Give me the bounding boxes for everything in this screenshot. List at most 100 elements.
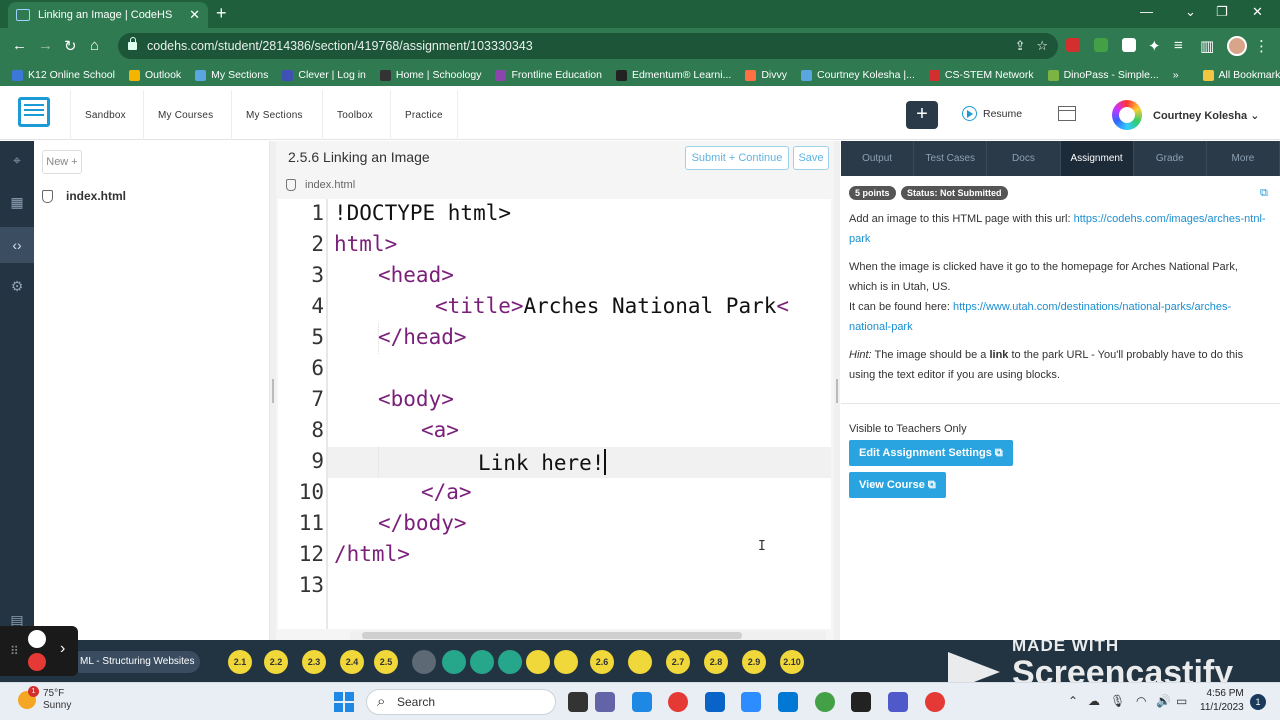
bookmark-item[interactable]: Clever | Log in [282,69,366,81]
tab-test-cases[interactable]: Test Cases [914,141,988,176]
resume-button[interactable]: Resume [962,106,1022,121]
file-item[interactable]: index.html [42,189,126,203]
tab-more[interactable]: More [1207,141,1280,176]
chrome-icon[interactable] [668,692,688,712]
close-tab-icon[interactable]: ✕ [189,7,200,23]
drag-handle-icon[interactable]: ⠿ [10,644,19,658]
lesson-item-dot[interactable]: 2.5 [374,650,398,674]
view-course-button[interactable]: View Course ⧉ [849,472,946,498]
nav-practice[interactable]: Practice [390,90,458,140]
menu-dots-icon[interactable]: ⋮ [1254,37,1269,55]
stop-recording-button[interactable] [28,653,46,671]
profile-avatar[interactable] [1227,36,1247,56]
sidepanel-icon[interactable]: ▥ [1200,37,1214,55]
lesson-item-dot[interactable] [470,650,494,674]
chevron-up-icon[interactable]: ⌃ [1068,694,1078,708]
nav-sandbox[interactable]: Sandbox [70,90,140,140]
wifi-icon[interactable]: ◠ [1136,694,1146,708]
lesson-title-pill[interactable]: ML - Structuring Websites [70,651,200,673]
nav-toolbox[interactable]: Toolbox [322,90,387,140]
new-file-button[interactable]: New + [42,150,82,174]
user-avatar[interactable] [1112,100,1142,130]
taskview-icon[interactable] [568,692,588,712]
chrome-profile-icon[interactable] [815,692,835,712]
extension-icon[interactable] [1066,38,1080,52]
add-button[interactable]: + [906,101,938,129]
horizontal-scrollbar[interactable] [350,631,826,640]
media-icon[interactable]: ≡ [1174,37,1183,54]
edge-icon[interactable] [632,692,652,712]
tab-docs[interactable]: Docs [987,141,1061,176]
maximize-icon[interactable]: ❐ [1216,4,1228,20]
lesson-item-dot[interactable]: 2.2 [264,650,288,674]
lesson-item-dot[interactable] [498,650,522,674]
lesson-item-dot[interactable]: 2.7 [666,650,690,674]
nav-my-courses[interactable]: My Courses [143,90,227,140]
lesson-item-dot[interactable]: 2.9 [742,650,766,674]
browser-tab[interactable]: Linking an Image | CodeHS ✕ [8,2,208,28]
outlook-icon[interactable] [705,692,725,712]
extension-icon[interactable] [1094,38,1108,52]
microphone-icon[interactable]: 🎙 [1110,694,1125,708]
bookmark-item[interactable]: Edmentum® Learni... [615,69,731,81]
lesson-item-dot[interactable]: 2.6 [590,650,614,674]
tab-grade[interactable]: Grade [1134,141,1207,176]
edit-assignment-settings-button[interactable]: Edit Assignment Settings ⧉ [849,440,1013,466]
zoom-icon[interactable] [741,692,761,712]
url-field[interactable]: codehs.com/student/2814386/section/41976… [118,33,1058,59]
codehs-logo-icon[interactable] [18,97,50,127]
volume-icon[interactable]: 🔊 [1156,694,1171,708]
lesson-item-dot[interactable]: 2.8 [704,650,728,674]
lesson-item-dot[interactable] [412,650,436,674]
puzzle-icon[interactable]: ✦ [1148,37,1161,55]
home-icon[interactable]: ⌂ [90,37,99,54]
scrollbar-thumb[interactable] [362,632,742,639]
submit-continue-button[interactable]: Submit + Continue [685,146,789,170]
new-tab-icon[interactable]: + [216,3,227,24]
lesson-item-dot[interactable]: 2.10 [780,650,804,674]
username-menu[interactable]: Courtney Kolesha ⌄ [1153,109,1259,122]
code-icon[interactable]: ‹› [0,227,34,263]
map-icon[interactable]: ⌖ [8,151,26,169]
bookmark-item[interactable]: Frontline Education [495,69,602,81]
app-icon[interactable] [851,692,871,712]
code-editor[interactable]: 1 2 3 4 5 6 7 8 9 10 11 12 13 !DOCTYPE html> html> <… [278,199,831,629]
bookmark-item[interactable]: Outlook [128,69,181,81]
windows-start-icon[interactable] [334,692,354,712]
nav-my-sections[interactable]: My Sections [231,90,317,140]
lesson-item-dot[interactable] [628,650,652,674]
word-icon[interactable] [778,692,798,712]
tab-output[interactable]: Output [841,141,915,176]
tab-assignment[interactable]: Assignment [1060,141,1134,176]
calendar-icon[interactable]: ▦ [8,193,26,211]
teams-chat-icon[interactable] [595,692,615,712]
lesson-item-dot[interactable] [554,650,578,674]
teams-icon[interactable] [888,692,908,712]
extension-icon[interactable] [1122,38,1136,52]
gear-icon[interactable]: ⚙ [8,277,26,295]
bookmark-star-icon[interactable]: ⇪ ☆ [1015,38,1048,54]
close-window-icon[interactable]: ✕ [1252,4,1263,20]
onedrive-icon[interactable]: ☁ [1088,694,1100,708]
bookmark-item[interactable]: Divvy [745,69,787,81]
lesson-item-dot[interactable] [526,650,550,674]
forward-arrow-icon[interactable]: → [38,37,53,54]
weather-widget[interactable]: 1 75°F Sunny [18,686,71,712]
taskbar-search[interactable]: Search [366,689,556,715]
bookmark-item[interactable]: DinoPass - Simple... [1047,69,1159,81]
bookmark-item[interactable]: K12 Online School [12,69,115,81]
all-bookmarks-button[interactable]: All Bookmarks [1202,69,1280,81]
save-button[interactable]: Save [793,146,829,170]
reload-icon[interactable]: ↻ [64,37,77,55]
notification-badge[interactable]: 1 [1250,694,1266,710]
lesson-item-dot[interactable]: 2.1 [228,650,252,674]
chrome-icon[interactable] [925,692,945,712]
bookmark-item[interactable]: CS-STEM Network [928,69,1034,81]
resize-handle[interactable] [834,141,840,640]
file-tab[interactable]: index.html [286,179,355,191]
external-link-icon[interactable]: ⧉ [1260,187,1268,200]
lesson-item-dot[interactable]: 2.4 [340,650,364,674]
more-bookmarks-icon[interactable]: » [1173,69,1179,81]
expand-arrow-icon[interactable]: › [60,640,65,658]
chevron-down-icon[interactable]: ⌄ [1185,4,1196,20]
